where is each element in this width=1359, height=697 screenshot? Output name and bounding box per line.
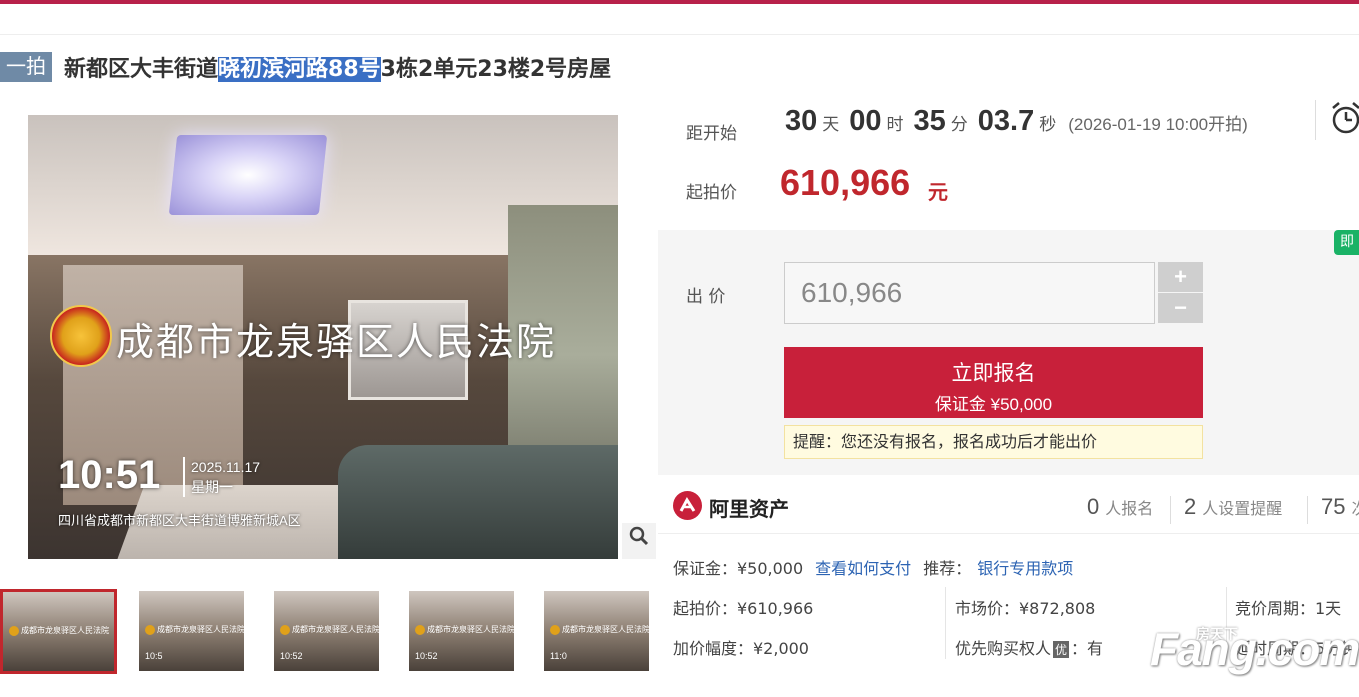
detail-market-price: 市场价：¥872,808: [955, 599, 1096, 618]
stat-divider: [1170, 496, 1171, 524]
instant-badge: 即: [1334, 230, 1359, 255]
countdown-seconds: 03.7: [977, 105, 1035, 137]
thumbnail-emblem-icon: [415, 625, 425, 635]
bid-decrease-button[interactable]: −: [1158, 293, 1203, 323]
thumbnail-2[interactable]: 成都市龙泉驿区人民法院 10:5: [139, 591, 244, 671]
thumbnail-court-text: 成都市龙泉驿区人民法院: [562, 625, 649, 634]
ali-assets-logo-icon: [673, 491, 702, 520]
photo-sofa: [338, 445, 618, 559]
title-selected-text[interactable]: 晓初滨河路88号: [218, 57, 381, 82]
signup-count-label: 人报名: [1105, 499, 1154, 518]
court-emblem-icon: [50, 305, 112, 367]
signup-button[interactable]: 立即报名 保证金 ¥50,000: [784, 347, 1203, 418]
platform-name[interactable]: 阿里资产: [709, 493, 789, 522]
minutes-unit: 分: [950, 115, 968, 135]
thumbnail-1[interactable]: 成都市龙泉驿区人民法院: [0, 589, 117, 674]
main-property-photo[interactable]: 成都市龙泉驿区人民法院 10:51 2025.11.17 星期一 四川省成都市新…: [28, 115, 618, 559]
view-count: 75 次: [1321, 494, 1359, 520]
stat-divider: [1307, 496, 1308, 524]
signup-count-value: 0: [1087, 494, 1100, 519]
thumbnail-court-text: 成都市龙泉驿区人民法院: [427, 625, 514, 634]
auction-start-time: (2026-01-19 10:00开拍): [1068, 115, 1248, 134]
zoom-icon[interactable]: [622, 523, 656, 559]
countdown-days: 30: [785, 105, 818, 137]
detail-increment: 加价幅度：¥2,000: [673, 639, 809, 658]
detail-bid-cycle: 竞价周期：1天: [1235, 599, 1342, 618]
countdown-timer: 30 天 00 时 35 分 03.7 秒 (2026-01-19 10:00开拍): [785, 105, 1248, 138]
thumbnail-court-text: 成都市龙泉驿区人民法院: [21, 626, 109, 635]
view-count-label: 次: [1351, 499, 1359, 518]
thumbnail-5[interactable]: 成都市龙泉驿区人民法院 11:0: [544, 591, 649, 671]
seconds-unit: 秒: [1039, 115, 1057, 135]
court-watermark: 成都市龙泉驿区人民法院: [116, 320, 557, 364]
start-price-value: 610,966: [780, 162, 911, 203]
detail-start-price: 起拍价：¥610,966: [673, 599, 814, 618]
reminder-count-label: 人设置提醒: [1202, 499, 1283, 518]
priority-label: 优先购买权人: [955, 639, 1052, 658]
thumbnail-court-text: 成都市龙泉驿区人民法院: [157, 625, 244, 634]
signup-count: 0 人报名: [1087, 494, 1153, 520]
start-price-unit: 元: [928, 180, 948, 204]
thumbnail-time: 10:52: [280, 651, 303, 661]
deposit-row: 保证金：¥50,000 查看如何支付 推荐： 银行专用款项: [673, 555, 1073, 579]
recommend-label: 推荐：: [923, 559, 972, 578]
auction-type-badge: 一拍: [0, 52, 52, 82]
bid-label: 出 价: [686, 287, 726, 307]
reminder-divider: [1315, 100, 1316, 140]
thumbnail-strip: 成都市龙泉驿区人民法院 成都市龙泉驿区人民法院 10:5 成都市龙泉驿区人民法院…: [0, 589, 679, 674]
thumbnail-court-text: 成都市龙泉驿区人民法院: [292, 625, 379, 634]
priority-value: ：有: [1071, 639, 1104, 658]
reminder-count-value: 2: [1184, 494, 1197, 519]
thumbnail-time: 10:5: [145, 651, 163, 661]
hours-unit: 时: [886, 115, 904, 135]
photo-weekday: 星期一: [191, 479, 233, 495]
photo-date-value: 2025.11.17: [191, 459, 261, 475]
bid-amount-input[interactable]: 610,966: [784, 262, 1155, 324]
thumbnail-time: 10:52: [415, 651, 438, 661]
thumbnail-4[interactable]: 成都市龙泉驿区人民法院 10:52: [409, 591, 514, 671]
countdown-hours: 00: [849, 105, 882, 137]
detail-priority-buyer: 优先购买权人优：有: [955, 635, 1103, 659]
reminder-count: 2 人设置提醒: [1184, 494, 1282, 520]
photo-date: 2025.11.17 星期一: [183, 457, 260, 497]
priority-icon[interactable]: 优: [1053, 641, 1070, 658]
deposit-text: 保证金：¥50,000: [673, 559, 804, 578]
bank-account-link[interactable]: 银行专用款项: [977, 559, 1073, 578]
bid-increase-button[interactable]: +: [1158, 262, 1203, 292]
view-count-value: 75: [1321, 494, 1346, 519]
countdown-label: 距开始: [686, 124, 737, 144]
thumbnail-emblem-icon: [9, 626, 19, 636]
fang-watermark-logo: Fang.com: [1150, 623, 1359, 675]
photo-timestamp: 10:51: [58, 453, 161, 497]
header-divider: [0, 34, 1359, 35]
photo-address: 四川省成都市新都区大丰街道博雅新城A区: [58, 513, 301, 528]
top-accent-bar: [0, 0, 1359, 4]
start-price-label: 起拍价: [686, 183, 737, 203]
deposit-label: 保证金 ¥50,000: [934, 395, 1053, 414]
thumbnail-emblem-icon: [280, 625, 290, 635]
thumbnail-emblem-icon: [145, 625, 155, 635]
photo-chandelier: [168, 135, 328, 215]
countdown-minutes: 35: [913, 105, 946, 137]
bid-reminder: 提醒：您还没有报名，报名成功后才能出价: [784, 425, 1203, 459]
page-title: 一拍 新都区大丰街道晓初滨河路88号3栋2单元23楼2号房屋: [0, 50, 611, 84]
how-to-pay-link[interactable]: 查看如何支付: [815, 559, 911, 578]
signup-button-label: 立即报名: [951, 361, 1036, 385]
title-part-2: 3栋2单元23楼2号房屋: [380, 57, 612, 82]
column-divider: [945, 587, 946, 659]
property-title: 新都区大丰街道晓初滨河路88号3栋2单元23楼2号房屋: [64, 51, 611, 83]
days-unit: 天: [822, 115, 840, 135]
title-part-1: 新都区大丰街道: [64, 57, 219, 82]
thumbnail-emblem-icon: [550, 625, 560, 635]
thumbnail-time: 11:0: [550, 651, 567, 661]
thumbnail-3[interactable]: 成都市龙泉驿区人民法院 10:52: [274, 591, 379, 671]
alarm-clock-icon[interactable]: [1328, 100, 1359, 135]
